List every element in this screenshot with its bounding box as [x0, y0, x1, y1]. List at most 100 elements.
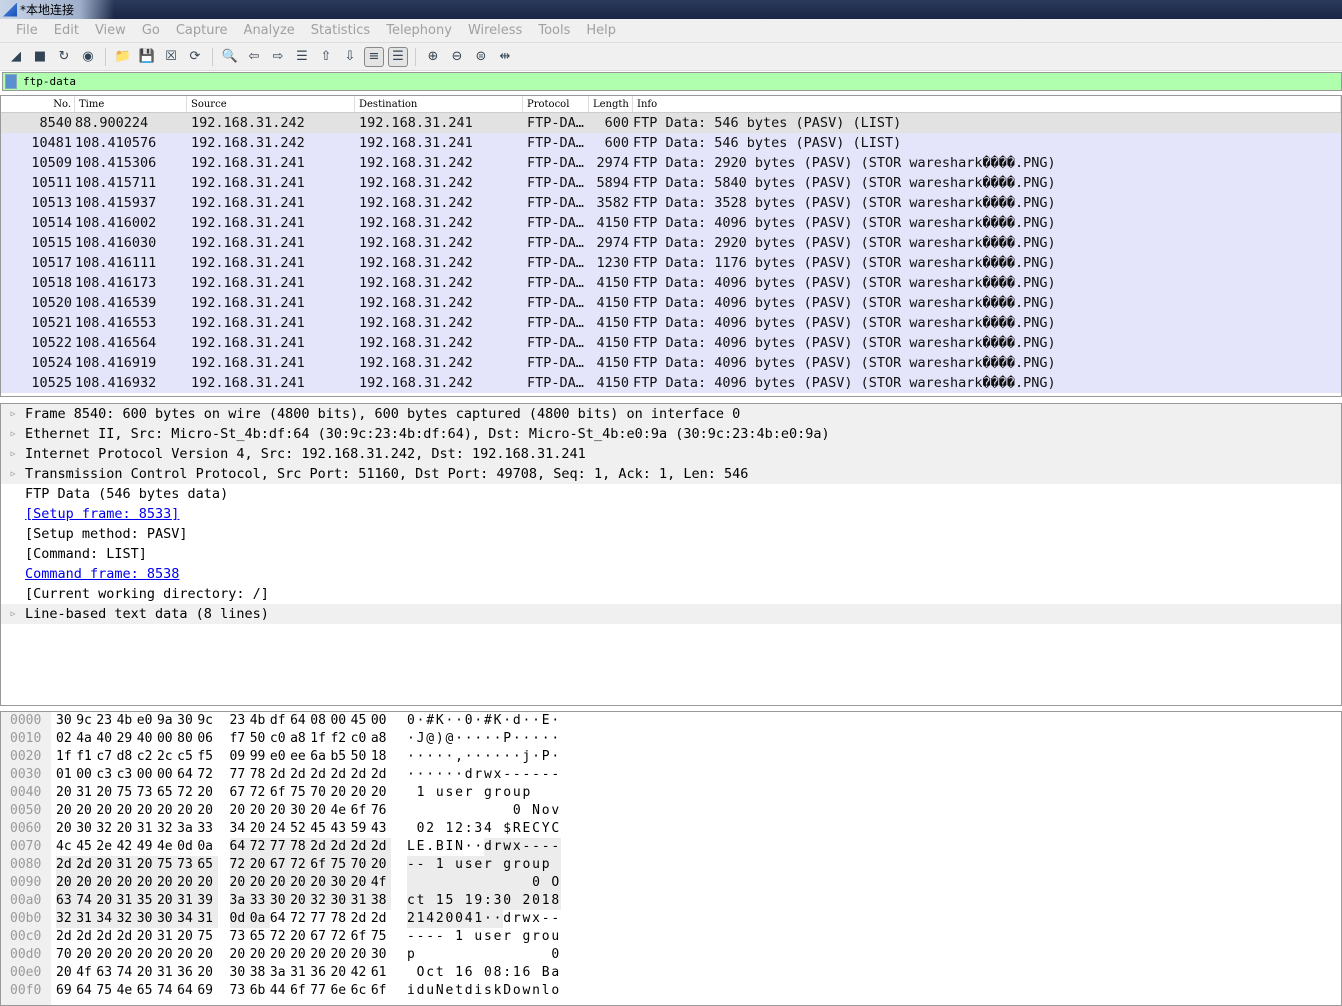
hex-byte[interactable]: 50: [250, 730, 270, 748]
hex-byte[interactable]: 32: [310, 892, 331, 910]
hex-byte[interactable]: 0a: [197, 838, 217, 856]
hex-byte[interactable]: 20: [137, 928, 157, 946]
hex-byte[interactable]: 20: [350, 874, 371, 892]
hex-byte[interactable]: 64: [229, 838, 250, 856]
hex-byte[interactable]: 31: [116, 892, 137, 910]
hex-byte[interactable]: 64: [76, 982, 96, 1000]
hex-byte[interactable]: 2d: [56, 928, 76, 946]
hex-byte[interactable]: 20: [76, 946, 96, 964]
hex-byte[interactable]: 67: [310, 928, 330, 946]
hex-bytes[interactable]: 32 31 34 32 30 30 34 31 0d 0a 64 72 77 78 2d 2d: [51, 910, 391, 928]
hex-byte[interactable]: 2d: [310, 766, 330, 784]
hex-byte[interactable]: 4e: [157, 838, 177, 856]
hex-byte[interactable]: 64: [270, 910, 290, 928]
hex-byte[interactable]: 32: [56, 910, 77, 928]
last-packet-button[interactable]: ⇩: [340, 47, 360, 67]
hex-byte[interactable]: 20: [197, 946, 217, 964]
hex-byte[interactable]: 45: [351, 712, 371, 730]
detail-tree-item[interactable]: ▷ Line-based text data (8 lines): [1, 604, 1341, 624]
colorize-button[interactable]: ☰: [388, 46, 408, 67]
hex-byte[interactable]: 38: [250, 964, 270, 982]
hex-byte[interactable]: f1: [76, 748, 96, 766]
hex-byte[interactable]: 77: [269, 838, 291, 856]
hex-byte[interactable]: 20: [197, 802, 217, 820]
packet-row[interactable]: 10524 108.416919 192.168.31.241 192.168.31.…: [1, 353, 1341, 373]
hex-byte[interactable]: 20: [250, 946, 270, 964]
hex-byte[interactable]: 50: [351, 748, 371, 766]
hex-byte[interactable]: 20: [230, 802, 250, 820]
hex-byte[interactable]: 20: [157, 946, 177, 964]
menu-analyze[interactable]: Analyze: [236, 23, 303, 38]
hex-byte[interactable]: 65: [250, 928, 270, 946]
hex-ascii[interactable]: 1 user group: [407, 784, 567, 802]
column-header-length[interactable]: Length: [589, 96, 633, 112]
hex-byte[interactable]: 30: [269, 892, 291, 910]
hex-byte[interactable]: 01: [56, 766, 76, 784]
hex-byte[interactable]: 20: [197, 784, 217, 802]
hex-byte[interactable]: 76: [371, 802, 391, 820]
hex-byte[interactable]: 4c: [56, 838, 76, 856]
hex-byte[interactable]: 65: [197, 856, 218, 874]
column-header-source[interactable]: Source: [187, 96, 355, 112]
go-back-button[interactable]: ⇦: [244, 47, 264, 67]
hex-byte[interactable]: 2d: [330, 838, 351, 856]
hex-byte[interactable]: 00: [157, 766, 177, 784]
packet-row[interactable]: 10509 108.415306 192.168.31.241 192.168.31.…: [1, 153, 1341, 173]
hex-byte[interactable]: 75: [156, 856, 178, 874]
hex-byte[interactable]: 43: [371, 820, 391, 838]
hex-byte[interactable]: 20: [96, 802, 116, 820]
hex-byte[interactable]: 2d: [270, 766, 290, 784]
packet-row[interactable]: 10525 108.416932 192.168.31.241 192.168.31.…: [1, 373, 1341, 393]
column-header-time[interactable]: Time: [75, 96, 187, 112]
display-filter-bar[interactable]: ftp-data: [2, 72, 1342, 91]
hex-byte[interactable]: 72: [250, 784, 270, 802]
hex-byte[interactable]: 9c: [76, 712, 96, 730]
hex-byte[interactable]: 00: [76, 766, 96, 784]
hex-byte[interactable]: 72: [270, 928, 290, 946]
hex-ascii[interactable]: ·J@)@·····P·····: [407, 730, 567, 748]
hex-byte[interactable]: 73: [177, 856, 198, 874]
hex-byte[interactable]: 78: [330, 910, 350, 928]
hex-byte[interactable]: 64: [290, 712, 310, 730]
hex-byte[interactable]: 72: [249, 838, 270, 856]
hex-byte[interactable]: 0d: [177, 838, 197, 856]
hex-byte[interactable]: 49: [137, 838, 157, 856]
hex-byte[interactable]: 20: [229, 874, 250, 892]
hex-byte[interactable]: 20: [56, 820, 76, 838]
first-packet-button[interactable]: ⇧: [316, 47, 336, 67]
hex-byte[interactable]: 3a: [177, 820, 197, 838]
hex-byte[interactable]: 45: [310, 820, 330, 838]
hex-byte[interactable]: 31: [157, 964, 177, 982]
hex-byte[interactable]: 2d: [371, 910, 391, 928]
hex-byte[interactable]: 3a: [229, 892, 250, 910]
menu-tools[interactable]: Tools: [530, 23, 578, 38]
hex-byte[interactable]: 2d: [371, 766, 391, 784]
hex-byte[interactable]: 40: [96, 730, 116, 748]
detail-tree-item[interactable]: [Command: LIST]: [1, 544, 1341, 564]
hex-byte[interactable]: 35: [136, 892, 157, 910]
hex-byte[interactable]: 70: [350, 856, 371, 874]
hex-byte[interactable]: 69: [197, 982, 217, 1000]
hex-byte[interactable]: 77: [230, 766, 250, 784]
hex-byte[interactable]: 20: [56, 784, 76, 802]
column-header-protocol[interactable]: Protocol: [523, 96, 589, 112]
hex-byte[interactable]: 20: [310, 802, 330, 820]
hex-byte[interactable]: 20: [177, 928, 197, 946]
hex-byte[interactable]: 2d: [350, 838, 371, 856]
hex-byte[interactable]: c0: [351, 730, 371, 748]
hex-byte[interactable]: 20: [370, 856, 391, 874]
hex-byte[interactable]: 72: [177, 784, 197, 802]
hex-byte[interactable]: 0d: [229, 910, 250, 928]
hex-byte[interactable]: 30: [156, 910, 178, 928]
hex-byte[interactable]: 20: [290, 874, 311, 892]
hex-byte[interactable]: 20: [137, 964, 157, 982]
hex-byte[interactable]: 00: [157, 730, 177, 748]
hex-byte[interactable]: 52: [290, 820, 310, 838]
hex-byte[interactable]: 72: [290, 856, 311, 874]
hex-byte[interactable]: 2d: [76, 856, 97, 874]
zoom-in-button[interactable]: ⊕: [423, 47, 443, 67]
hex-ascii[interactable]: ·····,······j·P·: [407, 748, 567, 766]
hex-byte[interactable]: 74: [76, 892, 97, 910]
hex-byte[interactable]: 31: [76, 910, 97, 928]
hex-byte[interactable]: 4e: [117, 982, 137, 1000]
